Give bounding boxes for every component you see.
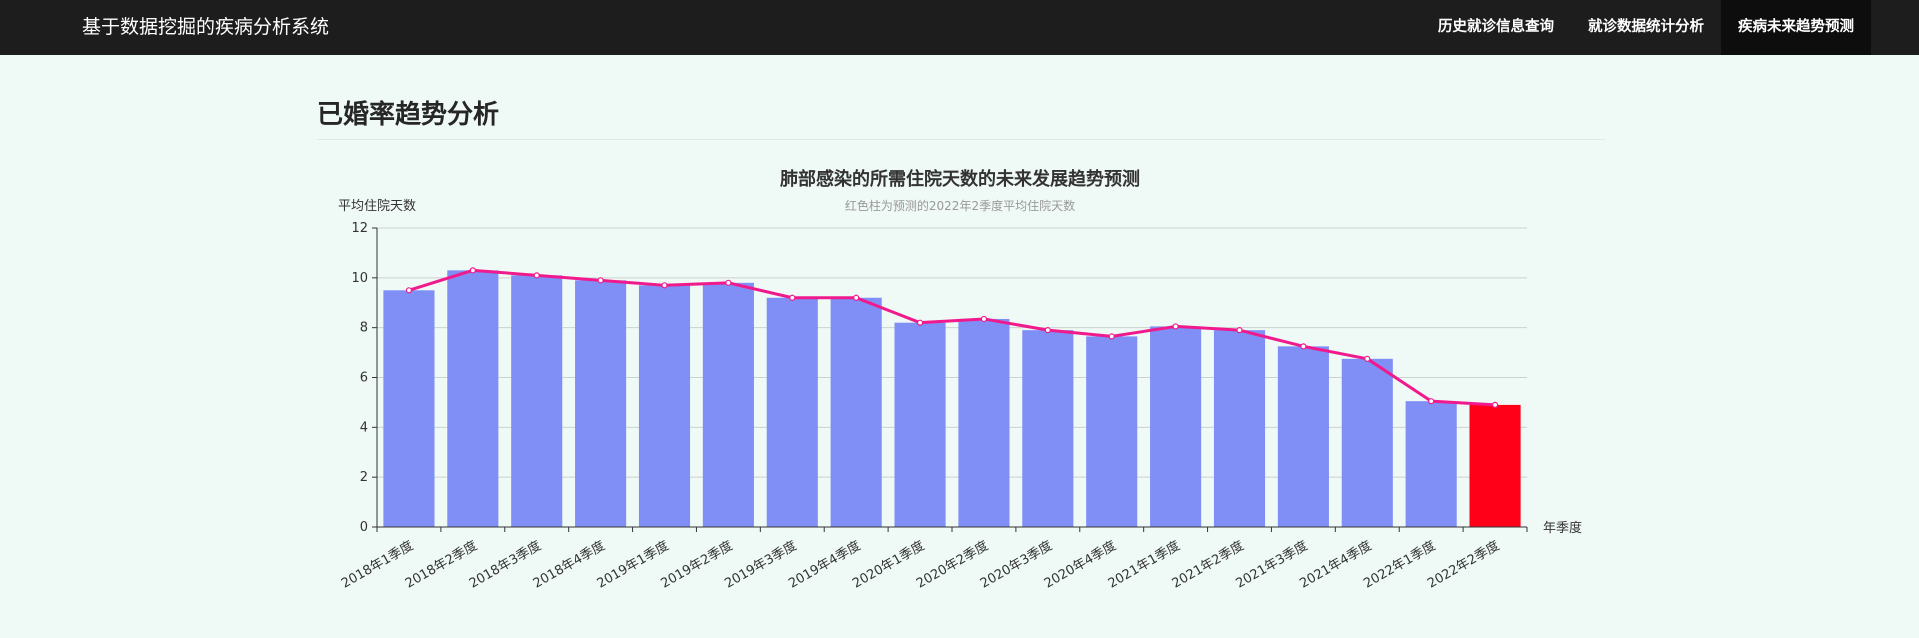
x-tick-label: 2020年3季度 (977, 538, 1055, 592)
line-point (1108, 333, 1115, 340)
line-point (661, 282, 668, 289)
y-tick-label: 8 (360, 321, 368, 336)
x-tick-label: 2021年2季度 (1169, 538, 1247, 592)
line-point (1172, 323, 1179, 330)
x-tick-label: 2020年4季度 (1041, 538, 1119, 592)
y-tick-label: 6 (360, 371, 368, 386)
bar (575, 280, 627, 527)
x-tick-label: 2020年2季度 (914, 538, 992, 592)
bar (830, 297, 882, 527)
x-tick-label: 2018年2季度 (402, 538, 480, 592)
x-tick-label: 2019年3季度 (722, 538, 800, 592)
x-tick-label: 2019年4季度 (786, 538, 864, 592)
y-tick-label: 0 (360, 520, 368, 535)
bar (638, 285, 691, 527)
bar (958, 318, 1010, 527)
trend-line-series (405, 267, 1499, 409)
x-tick-label: 2018年1季度 (339, 538, 417, 592)
chart-subtitle: 红色柱为预测的2022年2季度平均住院天数 (845, 198, 1075, 213)
bar (1150, 326, 1202, 527)
x-tick-label: 2021年4季度 (1297, 538, 1375, 592)
trend-line (408, 268, 1496, 407)
line-point (1364, 355, 1371, 362)
line-point (916, 319, 924, 326)
y-axis-label: 平均住院天数 (338, 199, 416, 214)
trend-chart: 肺部感染的所需住院天数的未来发展趋势预测 红色柱为预测的2022年2季度平均住院… (338, 168, 1582, 592)
bar (766, 297, 818, 527)
bar (1213, 330, 1266, 527)
line-point (725, 279, 732, 286)
y-tick-label: 12 (351, 221, 368, 236)
line-point (980, 315, 988, 323)
x-tick-label: 2018年4季度 (530, 538, 608, 592)
bar (1341, 358, 1393, 527)
x-tick-label: 2022年2季度 (1425, 538, 1503, 592)
bar (1022, 330, 1074, 527)
chart-title: 肺部感染的所需住院天数的未来发展趋势预测 (780, 168, 1140, 190)
bar (511, 275, 563, 527)
bar (1277, 346, 1329, 527)
bar (447, 270, 499, 527)
bar (702, 282, 754, 527)
bars (383, 270, 1521, 527)
y-tick-label: 10 (351, 271, 368, 286)
line-point (853, 294, 860, 301)
line-point (789, 294, 796, 301)
x-tick-label: 2020年1季度 (850, 538, 928, 592)
y-tick-label: 4 (360, 420, 368, 435)
x-tick-label: 2019年1季度 (594, 538, 672, 592)
line-point (405, 287, 413, 294)
line-point (469, 267, 476, 274)
line-point (1236, 327, 1243, 334)
line-point (1428, 398, 1435, 405)
line-point (533, 272, 540, 279)
line-point (597, 277, 604, 284)
x-tick-label: 2018年3季度 (466, 538, 544, 592)
x-tick-label: 2021年3季度 (1233, 538, 1311, 592)
line-point (1300, 343, 1307, 350)
line-point (1044, 327, 1051, 334)
x-tick-label: 2019年2季度 (658, 538, 736, 592)
bar (383, 290, 435, 527)
x-tick-label: 2021年1季度 (1105, 538, 1183, 592)
line-point (1491, 401, 1499, 409)
x-axis-label: 年季度 (1543, 520, 1582, 536)
y-tick-label: 2 (360, 470, 368, 485)
bar (1086, 336, 1138, 527)
bar (894, 322, 946, 527)
bar (1405, 401, 1457, 527)
predicted-bar (1469, 404, 1521, 527)
x-tick-label: 2022年1季度 (1361, 538, 1439, 592)
